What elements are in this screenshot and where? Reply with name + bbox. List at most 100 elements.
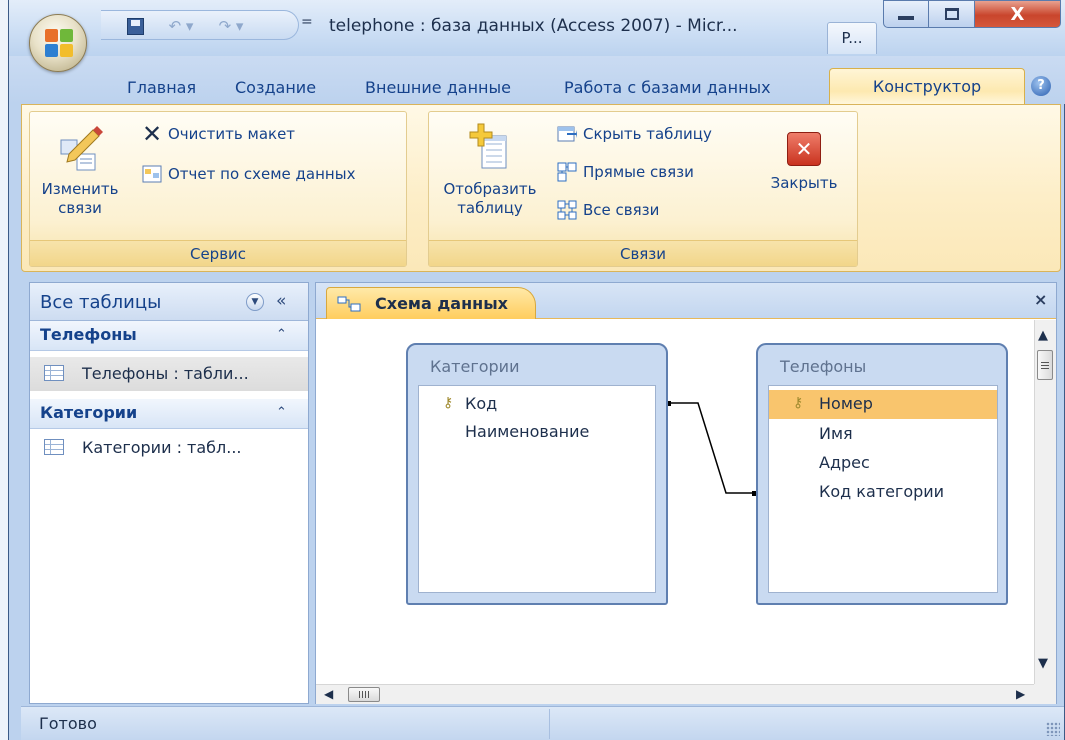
table-icon: [44, 439, 64, 455]
relationship-report-label: Отчет по схеме данных: [168, 165, 356, 183]
minimize-icon: [898, 16, 914, 20]
close-document-icon[interactable]: ×: [1034, 290, 1047, 309]
edit-relationships-label-1: Изменить: [41, 180, 119, 198]
undo-icon[interactable]: ↶ ▾: [159, 15, 203, 37]
tab-external-data[interactable]: Внешние данные: [365, 78, 511, 97]
document-tab-bar: Схема данных ×: [316, 283, 1056, 319]
direct-relationships-button[interactable]: Прямые связи: [557, 160, 694, 184]
scroll-thumb[interactable]: [348, 687, 380, 702]
document-area: Схема данных × Категории ⚷ Код Наименова…: [315, 282, 1057, 704]
scroll-left-icon[interactable]: ◀: [324, 687, 333, 701]
hide-table-label: Скрыть таблицу: [583, 125, 712, 143]
vertical-scrollbar[interactable]: ▲ ▼: [1034, 320, 1056, 684]
nav-item-label: Категории : табл...: [82, 438, 242, 457]
table-window-phones[interactable]: Телефоны ⚷ Номер Имя Адрес Код категории: [756, 343, 1008, 605]
table-field-list: ⚷ Номер Имя Адрес Код категории: [768, 385, 998, 593]
table-window-categories[interactable]: Категории ⚷ Код Наименование: [406, 343, 668, 605]
field-row[interactable]: Код категории: [769, 478, 997, 507]
group-relationships-label: Связи: [429, 240, 857, 266]
scroll-thumb[interactable]: [1037, 350, 1053, 380]
maximize-button[interactable]: [929, 0, 975, 28]
relationships-icon: [337, 296, 361, 312]
edit-relationships-icon: [60, 126, 103, 171]
show-table-label-2: таблицу: [457, 199, 523, 217]
scroll-down-icon[interactable]: ▼: [1038, 656, 1048, 671]
edit-relationships-label-2: связи: [58, 199, 102, 217]
nav-item-categories-table[interactable]: Категории : табл...: [30, 431, 308, 465]
nav-item-phones-table[interactable]: Телефоны : табли...: [30, 357, 308, 391]
nav-item-label: Телефоны : табли...: [82, 364, 249, 383]
nav-header[interactable]: Все таблицы ▼ «: [30, 283, 308, 321]
redo-icon[interactable]: ↷ ▾: [209, 15, 253, 37]
access-window: ↶ ▾ ↷ ▾ = telephone : база данных (Acces…: [8, 0, 1065, 740]
field-row[interactable]: Имя: [769, 420, 997, 449]
help-icon[interactable]: ?: [1031, 76, 1051, 96]
scroll-right-icon[interactable]: ▶: [1016, 687, 1025, 701]
desktop-edge: [0, 0, 8, 740]
field-name: Наименование: [465, 422, 590, 441]
tab-database-tools[interactable]: Работа с базами данных: [564, 78, 771, 97]
save-icon[interactable]: [125, 15, 145, 37]
show-table-label-1: Отобразить: [443, 180, 537, 198]
table-field-list: ⚷ Код Наименование: [418, 385, 656, 593]
horizontal-scrollbar[interactable]: ◀ ▶: [316, 684, 1034, 704]
scrollbar-corner: [1034, 684, 1056, 704]
office-button[interactable]: [29, 14, 87, 72]
nav-collapse-icon[interactable]: «: [276, 291, 286, 311]
chevron-up-icon[interactable]: ⌃: [276, 327, 287, 342]
status-bar: Готово: [21, 706, 1064, 740]
nav-title: Все таблицы: [40, 292, 162, 313]
field-row[interactable]: Адрес: [769, 449, 997, 478]
nav-group-categories[interactable]: Категории ⌃: [30, 399, 308, 429]
relationship-report-button[interactable]: Отчет по схеме данных: [142, 162, 355, 186]
close-red-icon: ✕: [787, 132, 821, 166]
close-relationships-button[interactable]: ✕ Закрыть: [759, 132, 849, 193]
clear-layout-label: Очистить макет: [168, 125, 296, 143]
window-controls: X: [883, 0, 1063, 28]
hide-table-icon: [557, 124, 577, 144]
hide-table-button[interactable]: Скрыть таблицу: [557, 122, 712, 146]
field-row-selected[interactable]: ⚷ Номер: [769, 390, 997, 419]
status-divider: [549, 709, 550, 739]
field-row[interactable]: ⚷ Код: [419, 390, 655, 419]
relationships-canvas[interactable]: Категории ⚷ Код Наименование Телефоны ⚷: [316, 320, 1034, 684]
customize-qat-button[interactable]: =: [301, 14, 317, 36]
nav-group-label: Телефоны: [40, 325, 137, 344]
direct-relationships-label: Прямые связи: [583, 163, 694, 181]
close-relationships-label: Закрыть: [770, 174, 838, 192]
all-relationships-icon: [557, 200, 577, 220]
resize-grip-icon[interactable]: [1046, 722, 1060, 736]
table-icon: [44, 365, 64, 381]
chevron-up-icon[interactable]: ⌃: [276, 405, 287, 420]
report-icon: [142, 164, 162, 184]
title-bar: ↶ ▾ ↷ ▾ = telephone : база данных (Acces…: [9, 0, 1065, 56]
field-name: Код: [465, 394, 498, 413]
scroll-up-icon[interactable]: ▲: [1038, 328, 1048, 343]
field-name: Код категории: [819, 482, 945, 501]
tab-designer[interactable]: Конструктор: [829, 68, 1025, 106]
show-table-button[interactable]: Отобразить таблицу: [435, 122, 545, 218]
taskbar-button[interactable]: P...: [827, 22, 877, 54]
table-window-title: Телефоны: [780, 357, 867, 376]
navigation-pane: Все таблицы ▼ « Телефоны ⌃ Телефоны : та…: [29, 282, 309, 704]
edit-relationships-button[interactable]: Изменить связи: [34, 124, 126, 218]
close-window-button[interactable]: X: [975, 0, 1061, 28]
minimize-button[interactable]: [883, 0, 929, 28]
field-name: Имя: [819, 424, 853, 443]
field-row[interactable]: Наименование: [419, 418, 655, 447]
relationship-line: [668, 402, 754, 494]
direct-relationships-icon: [557, 162, 577, 182]
nav-group-phones[interactable]: Телефоны ⌃: [30, 321, 308, 351]
all-relationships-button[interactable]: Все связи: [557, 198, 659, 222]
nav-group-label: Категории: [40, 403, 138, 422]
nav-dropdown-icon[interactable]: ▼: [246, 293, 264, 311]
group-service: Изменить связи ✕ Очистить макет Отчет по…: [29, 111, 407, 267]
document-tab-relationships[interactable]: Схема данных: [326, 287, 536, 319]
tab-create[interactable]: Создание: [235, 78, 316, 97]
tab-home[interactable]: Главная: [127, 78, 196, 97]
window-title: telephone : база данных (Access 2007) - …: [329, 16, 738, 36]
primary-key-icon: ⚷: [793, 395, 804, 411]
ribbon-panel: Изменить связи ✕ Очистить макет Отчет по…: [21, 104, 1061, 272]
clear-layout-button[interactable]: ✕ Очистить макет: [142, 120, 296, 148]
primary-key-icon: ⚷: [443, 395, 454, 411]
